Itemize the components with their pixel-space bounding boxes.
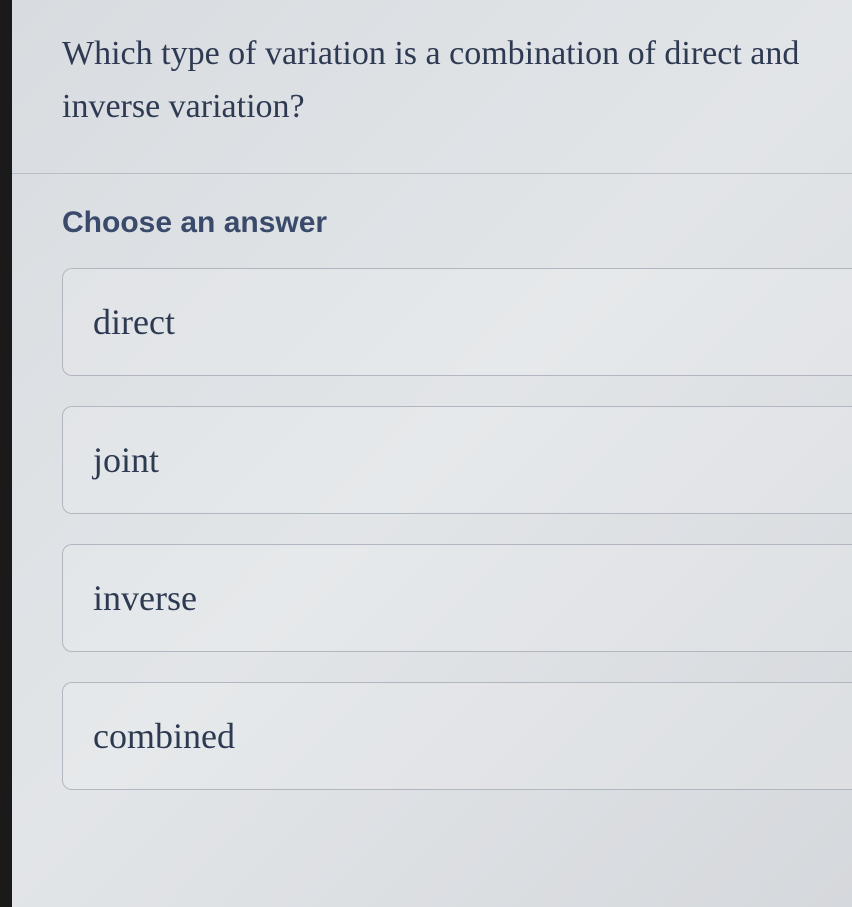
answer-section: Choose an answer direct joint inverse co… [12, 174, 852, 790]
option-inverse[interactable]: inverse [62, 544, 852, 652]
option-label: direct [93, 302, 175, 342]
options-list: direct joint inverse combined [62, 268, 852, 790]
option-direct[interactable]: direct [62, 268, 852, 376]
option-combined[interactable]: combined [62, 682, 852, 790]
option-label: inverse [93, 578, 197, 618]
question-text: Which type of variation is a combination… [62, 28, 812, 133]
option-label: combined [93, 716, 235, 756]
choose-answer-instruction: Choose an answer [62, 206, 852, 240]
option-label: joint [93, 440, 159, 480]
option-joint[interactable]: joint [62, 406, 852, 514]
question-section: Which type of variation is a combination… [12, 0, 852, 174]
